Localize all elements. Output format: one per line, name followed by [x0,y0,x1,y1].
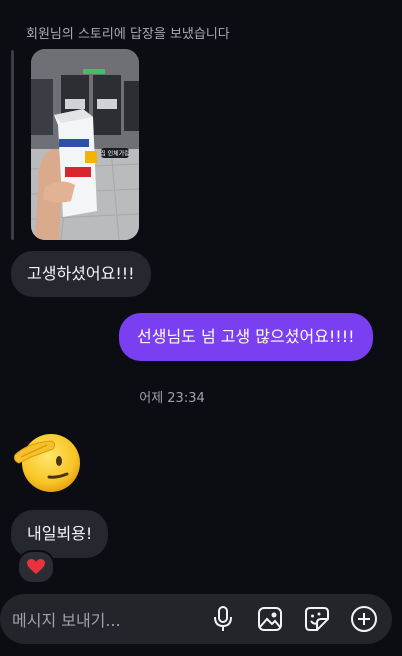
microphone-icon[interactable] [203,599,243,639]
story-thumbnail[interactable]: 집 인체가림 [31,49,139,240]
message-composer: 메시지 보내기... [0,594,392,644]
story-reply-label: 회원님의 스토리에 답장을 보냈습니다 [26,27,230,42]
story-photo: 집 인체가림 [31,49,139,240]
message-timestamp: 어제 23:34 [139,391,205,406]
plus-icon[interactable] [344,599,384,639]
reaction-badge[interactable] [17,550,55,584]
message-bubble-received[interactable]: 고생하셨어요!!! [11,251,151,297]
message-input[interactable]: 메시지 보내기... [12,607,196,631]
red-heart-icon [27,559,45,574]
story-sticker-text: 집 인체가림 [100,150,130,158]
sticker-icon[interactable] [297,599,337,639]
image-icon[interactable] [250,599,290,639]
message-bubble-sent[interactable]: 선생님도 넘 고생 많으셨어요!!!! [119,313,373,361]
story-reply-rail [11,50,14,240]
saluting-face-emoji[interactable] [13,427,81,495]
